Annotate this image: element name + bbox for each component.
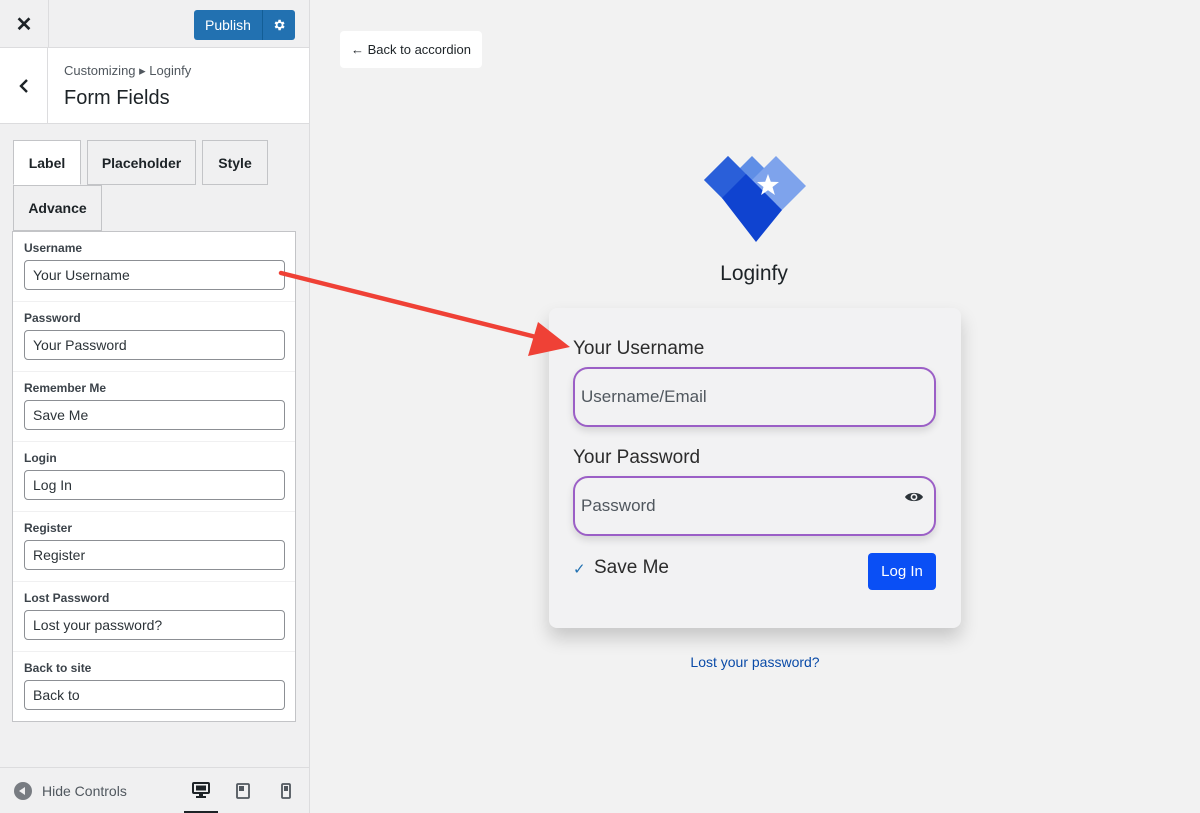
gear-icon	[274, 19, 285, 31]
customizer-sidebar: ✕ Publish Customizing ▸ Loginfy Form Fie…	[0, 0, 310, 813]
chevron-left-icon	[18, 78, 28, 93]
field-lost-password: Lost Password	[13, 582, 295, 652]
field-label: Password	[24, 311, 81, 325]
publish-settings-button[interactable]	[263, 10, 295, 40]
eye-icon[interactable]	[904, 490, 924, 504]
publish-button[interactable]: Publish	[194, 10, 263, 40]
field-password: Password	[13, 302, 295, 372]
customizer-topbar: ✕ Publish	[0, 0, 309, 48]
field-label: Remember Me	[24, 381, 107, 395]
field-back-to-site: Back to site	[13, 652, 295, 722]
username-label-input[interactable]	[24, 260, 285, 290]
tab-placeholder[interactable]: Placeholder	[87, 140, 196, 185]
password-label-input[interactable]	[24, 330, 285, 360]
remember-me-label[interactable]: Save Me	[594, 557, 669, 579]
tab-advance[interactable]: Advance	[13, 185, 102, 231]
back-to-accordion-link[interactable]: ← Back to accordion	[340, 31, 482, 68]
label-fields-panel: Username Password Remember Me Login Regi…	[12, 231, 296, 722]
customizer-footer: Hide Controls	[0, 767, 309, 813]
login-button[interactable]: Log In	[868, 553, 936, 590]
section-title: Form Fields	[64, 87, 170, 109]
password-label: Your Password	[573, 447, 701, 468]
register-label-input[interactable]	[24, 540, 285, 570]
close-customizer-button[interactable]: ✕	[0, 0, 49, 48]
mobile-preview-button[interactable]	[269, 768, 303, 813]
field-login: Login	[13, 442, 295, 512]
password-placeholder: Password	[581, 496, 656, 515]
desktop-icon	[192, 781, 210, 798]
login-form-card: Your Username Username/Email Your Passwo…	[549, 308, 961, 628]
hide-controls-label: Hide Controls	[42, 783, 127, 799]
lost-password-label-input[interactable]	[24, 610, 285, 640]
loginfy-logo-icon	[704, 156, 806, 242]
field-label: Register	[24, 521, 73, 535]
section-back-button[interactable]	[0, 48, 48, 123]
tablet-preview-button[interactable]	[226, 768, 260, 813]
field-register: Register	[13, 512, 295, 582]
field-remember-me: Remember Me	[13, 372, 295, 442]
back-to-site-label-input[interactable]	[24, 680, 285, 710]
username-input[interactable]: Username/Email	[573, 367, 936, 427]
section-header: Customizing ▸ Loginfy Form Fields	[0, 48, 309, 124]
close-icon: ✕	[15, 13, 33, 36]
field-username: Username	[13, 232, 295, 302]
tab-label[interactable]: Label	[13, 140, 81, 185]
login-label-input[interactable]	[24, 470, 285, 500]
remember-me-label-input[interactable]	[24, 400, 285, 430]
breadcrumb: Customizing ▸ Loginfy	[64, 63, 192, 78]
tab-style[interactable]: Style	[202, 140, 268, 185]
field-label: Login	[24, 451, 57, 465]
collapse-arrow-icon	[14, 782, 32, 800]
password-input[interactable]: Password	[573, 476, 936, 536]
username-placeholder: Username/Email	[581, 387, 707, 406]
tablet-icon	[236, 783, 250, 799]
logo-text: Loginfy	[720, 262, 788, 285]
field-label: Lost Password	[24, 591, 110, 605]
mobile-icon	[281, 783, 291, 799]
username-label: Your Username	[573, 338, 705, 359]
publish-group: Publish	[194, 10, 295, 40]
desktop-preview-button[interactable]	[184, 768, 218, 813]
field-label: Username	[24, 241, 83, 255]
check-icon[interactable]: ✓	[573, 560, 586, 578]
login-preview: ← Back to accordion Loginfy Your Usernam…	[310, 0, 1200, 813]
field-label: Back to site	[24, 661, 92, 675]
lost-password-link[interactable]: Lost your password?	[610, 654, 900, 670]
